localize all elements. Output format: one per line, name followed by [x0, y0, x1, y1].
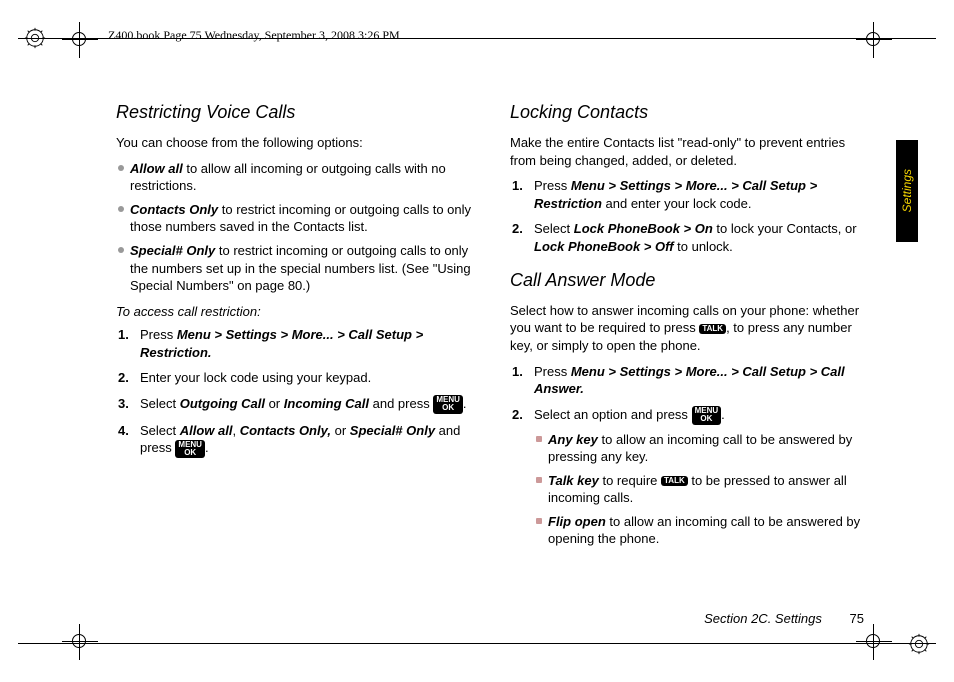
- menu-ok-key-icon: MENUOK: [175, 440, 205, 459]
- option-list: Allow all to allow all incoming or outgo…: [116, 160, 480, 295]
- heading-answer-mode: Call Answer Mode: [510, 268, 874, 292]
- step-list: Press Menu > Settings > More... > Call S…: [512, 363, 874, 548]
- left-column: Restricting Voice Calls You can choose f…: [116, 100, 480, 602]
- menu-ok-key-icon: MENUOK: [692, 406, 722, 425]
- footer-section: Section 2C. Settings: [704, 611, 822, 626]
- list-item: Flip open to allow an incoming call to b…: [534, 513, 874, 548]
- step-list: Press Menu > Settings > More... > Call S…: [118, 326, 480, 458]
- step-item: Select an option and press MENUOK. Any k…: [512, 406, 874, 548]
- step-item: Select Lock PhoneBook > On to lock your …: [512, 220, 874, 255]
- step-item: Press Menu > Settings > More... > Call S…: [512, 177, 874, 212]
- talk-key-icon: TALK: [699, 324, 726, 334]
- list-item: Special# Only to restrict incoming or ou…: [116, 242, 480, 295]
- section-tab-label: Settings: [900, 169, 914, 212]
- list-item: Any key to allow an incoming call to be …: [534, 431, 874, 466]
- list-item: Allow all to allow all incoming or outgo…: [116, 160, 480, 195]
- footer-page-number: 75: [850, 611, 864, 626]
- page-footer: Section 2C. Settings 75: [704, 611, 864, 626]
- list-item: Talk key to require TALK to be pressed t…: [534, 472, 874, 507]
- step-list: Press Menu > Settings > More... > Call S…: [512, 177, 874, 255]
- intro-text: Make the entire Contacts list "read-only…: [510, 134, 874, 169]
- list-item: Contacts Only to restrict incoming or ou…: [116, 201, 480, 236]
- heading-locking: Locking Contacts: [510, 100, 874, 124]
- crop-mark-bl: [62, 624, 98, 660]
- step-item: Press Menu > Settings > More... > Call S…: [118, 326, 480, 361]
- intro-text: You can choose from the following option…: [116, 134, 480, 152]
- right-column: Locking Contacts Make the entire Contact…: [510, 100, 874, 602]
- crop-mark-br: [856, 624, 892, 660]
- heading-restricting: Restricting Voice Calls: [116, 100, 480, 124]
- crop-mark-tr: [856, 22, 892, 58]
- step-item: Press Menu > Settings > More... > Call S…: [512, 363, 874, 398]
- talk-key-icon: TALK: [661, 476, 688, 486]
- page-meta-header: Z400.book Page 75 Wednesday, September 3…: [108, 28, 400, 43]
- gear-icon: [24, 27, 46, 49]
- section-tab: Settings: [896, 140, 918, 242]
- step-item: Enter your lock code using your keypad.: [118, 369, 480, 387]
- sub-option-list: Any key to allow an incoming call to be …: [534, 431, 874, 548]
- step-item: Select Outgoing Call or Incoming Call an…: [118, 395, 480, 414]
- gear-icon: [908, 633, 930, 655]
- crop-mark-tl: [62, 22, 98, 58]
- bottom-rule: [18, 643, 936, 644]
- steps-caption: To access call restriction:: [116, 303, 480, 321]
- step-item: Select Allow all, Contacts Only, or Spec…: [118, 422, 480, 459]
- menu-ok-key-icon: MENUOK: [433, 395, 463, 414]
- page-body: Restricting Voice Calls You can choose f…: [116, 100, 874, 602]
- intro-text: Select how to answer incoming calls on y…: [510, 302, 874, 355]
